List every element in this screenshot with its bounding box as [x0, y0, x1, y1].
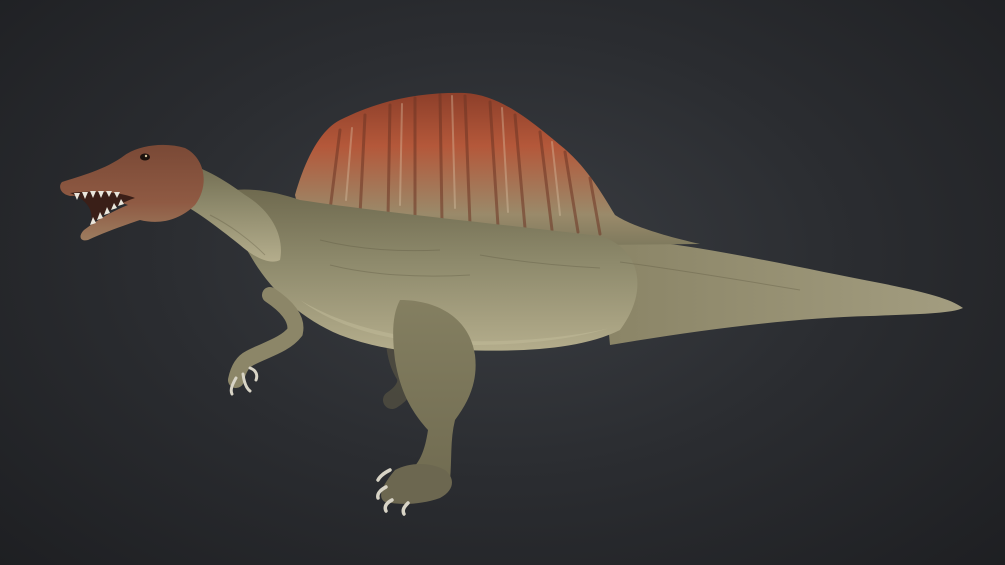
dinosaur-render — [60, 92, 963, 516]
viewport — [0, 0, 1005, 565]
fore-arm — [228, 287, 304, 388]
near-foot — [381, 464, 452, 504]
eye — [140, 153, 150, 161]
tail — [600, 236, 963, 345]
